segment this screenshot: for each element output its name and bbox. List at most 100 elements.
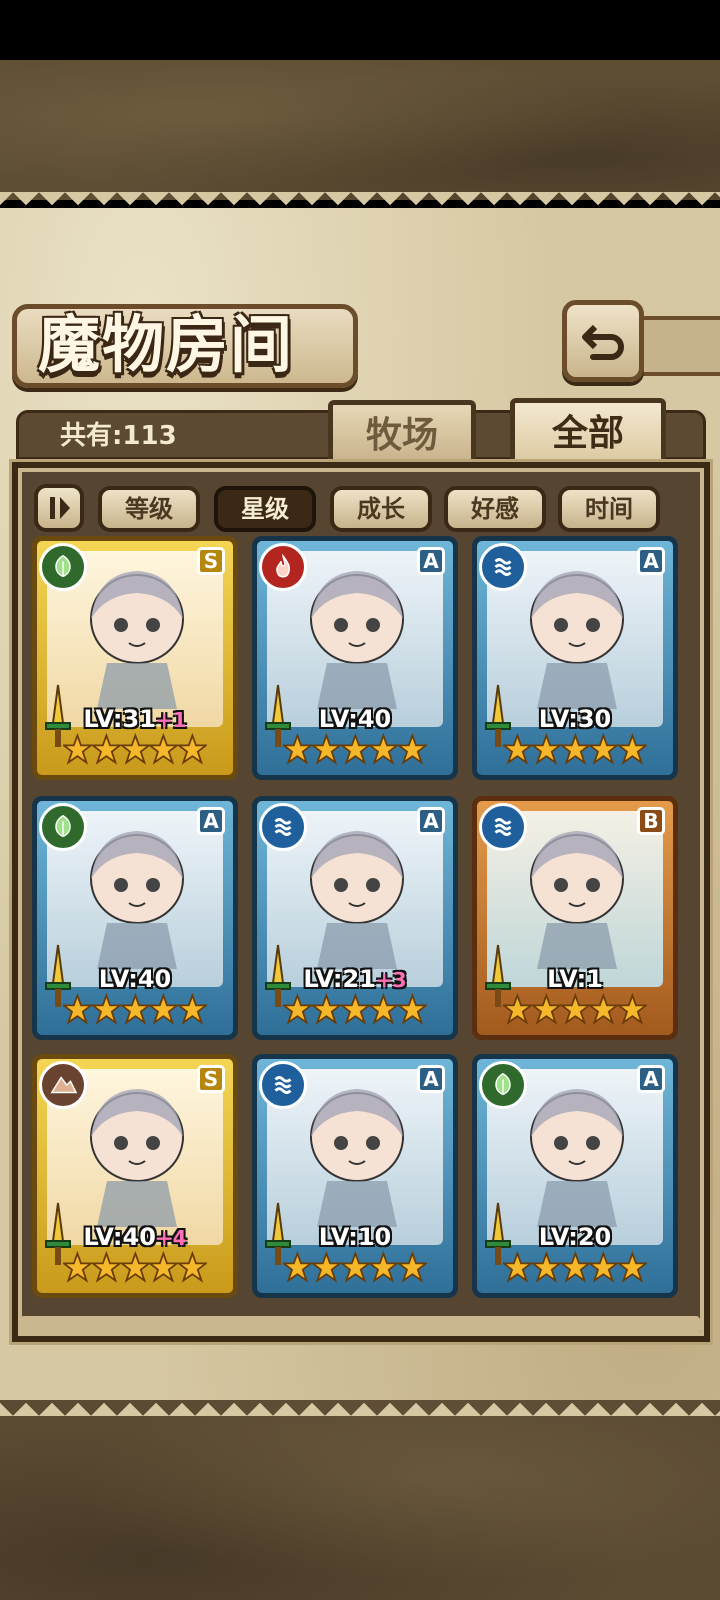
monster-card[interactable]: A LV:40 — [32, 796, 238, 1040]
fire-element-icon — [259, 543, 307, 591]
monster-portrait — [310, 571, 404, 709]
status-bar — [0, 0, 720, 60]
level-value: LV:40 — [98, 965, 172, 993]
star-icon — [589, 1250, 619, 1283]
star-icon — [503, 732, 532, 765]
level-value: LV:1 — [547, 965, 603, 993]
monster-card[interactable]: B LV:1 — [472, 796, 678, 1040]
parchment-edge-top — [0, 192, 720, 218]
level-bonus: +4 — [155, 1226, 187, 1250]
sort-by-growth-button[interactable]: 成长 — [330, 486, 432, 532]
star-rating — [63, 1249, 207, 1289]
level-value: LV:40 — [83, 1223, 156, 1251]
water-element-icon — [259, 1061, 307, 1109]
star-icon — [120, 1250, 150, 1283]
star-icon — [63, 732, 92, 765]
rank-badge: A — [417, 807, 445, 835]
star-icon — [120, 732, 150, 765]
monster-level: LV:21+3 — [257, 965, 453, 993]
star-rating — [283, 991, 427, 1031]
back-button[interactable] — [562, 300, 644, 382]
monster-level: LV:40 — [37, 965, 233, 993]
rank-badge: A — [197, 807, 225, 835]
level-bonus: +3 — [375, 968, 407, 992]
star-icon — [311, 1250, 341, 1283]
star-icon — [560, 732, 590, 765]
sort-by-time-button[interactable]: 时间 — [558, 486, 660, 532]
rank-badge: A — [637, 547, 665, 575]
monster-card[interactable]: A LV:10 — [252, 1054, 458, 1298]
level-value: LV:20 — [538, 1223, 612, 1251]
monster-card[interactable]: A LV:40 — [252, 536, 458, 780]
star-icon — [503, 1250, 532, 1283]
star-rating — [63, 991, 207, 1031]
water-element-icon — [479, 803, 527, 851]
star-icon — [149, 1250, 179, 1283]
monster-portrait — [310, 1089, 404, 1227]
star-icon — [369, 992, 399, 1025]
star-icon — [340, 732, 370, 765]
monster-level: LV:40+4 — [37, 1223, 233, 1251]
rank-badge: A — [417, 1065, 445, 1093]
star-icon — [91, 1250, 121, 1283]
water-element-icon — [259, 803, 307, 851]
star-icon — [369, 732, 399, 765]
star-icon — [91, 732, 121, 765]
sort-by-level-button[interactable]: 等级 — [98, 486, 200, 532]
rank-badge: A — [637, 1065, 665, 1093]
star-icon — [91, 992, 121, 1025]
sort-by-stars-button[interactable]: 星级 — [214, 486, 316, 532]
level-value: LV:10 — [318, 1223, 392, 1251]
star-icon — [398, 732, 427, 765]
leaf-element-icon — [479, 1061, 527, 1109]
map-background-top — [0, 60, 720, 200]
star-rating — [63, 731, 207, 771]
tab-ranch[interactable]: 牧场 — [328, 400, 476, 466]
monster-card[interactable]: S LV:31+1 — [32, 536, 238, 780]
level-value: LV:40 — [318, 705, 392, 733]
level-value: LV:30 — [538, 705, 612, 733]
monster-card[interactable]: A LV:21+3 — [252, 796, 458, 1040]
star-icon — [283, 992, 312, 1025]
rank-badge: B — [637, 807, 665, 835]
star-icon — [283, 732, 312, 765]
star-icon — [618, 732, 647, 765]
star-icon — [531, 732, 561, 765]
monster-portrait — [90, 571, 184, 709]
monster-level: LV:10 — [257, 1223, 453, 1251]
star-icon — [178, 1250, 207, 1283]
star-icon — [178, 732, 207, 765]
star-icon — [340, 1250, 370, 1283]
monster-card[interactable]: A LV:20 — [472, 1054, 678, 1298]
monster-level: LV:1 — [477, 965, 673, 993]
sort-by-affection-button[interactable]: 好感 — [444, 486, 546, 532]
monster-level: LV:40 — [257, 705, 453, 733]
star-icon — [560, 992, 590, 1025]
monster-portrait — [90, 1089, 184, 1227]
star-icon — [369, 1250, 399, 1283]
monster-card[interactable]: A LV:30 — [472, 536, 678, 780]
star-rating — [503, 991, 647, 1031]
panel-bottom-rail — [20, 1316, 700, 1334]
monster-portrait — [310, 831, 404, 969]
rank-badge: S — [197, 547, 225, 575]
tab-all[interactable]: 全部 — [510, 398, 666, 470]
star-icon — [178, 992, 207, 1025]
level-bonus: +1 — [155, 708, 187, 732]
monster-level: LV:31+1 — [37, 705, 233, 733]
star-icon — [589, 992, 619, 1025]
star-rating — [503, 1249, 647, 1289]
sort-order-toggle[interactable] — [34, 484, 84, 532]
water-element-icon — [479, 543, 527, 591]
monster-portrait — [90, 831, 184, 969]
page-title: 魔物房间 — [38, 308, 295, 381]
parchment-edge-bottom — [0, 1390, 720, 1416]
monster-card[interactable]: S LV:40+4 — [32, 1054, 238, 1298]
sort-direction-icon — [50, 497, 70, 519]
earth-element-icon — [39, 1061, 87, 1109]
monster-portrait — [530, 831, 624, 969]
star-icon — [531, 1250, 561, 1283]
star-icon — [618, 1250, 647, 1283]
star-icon — [589, 732, 619, 765]
map-background-bottom — [0, 1400, 720, 1600]
